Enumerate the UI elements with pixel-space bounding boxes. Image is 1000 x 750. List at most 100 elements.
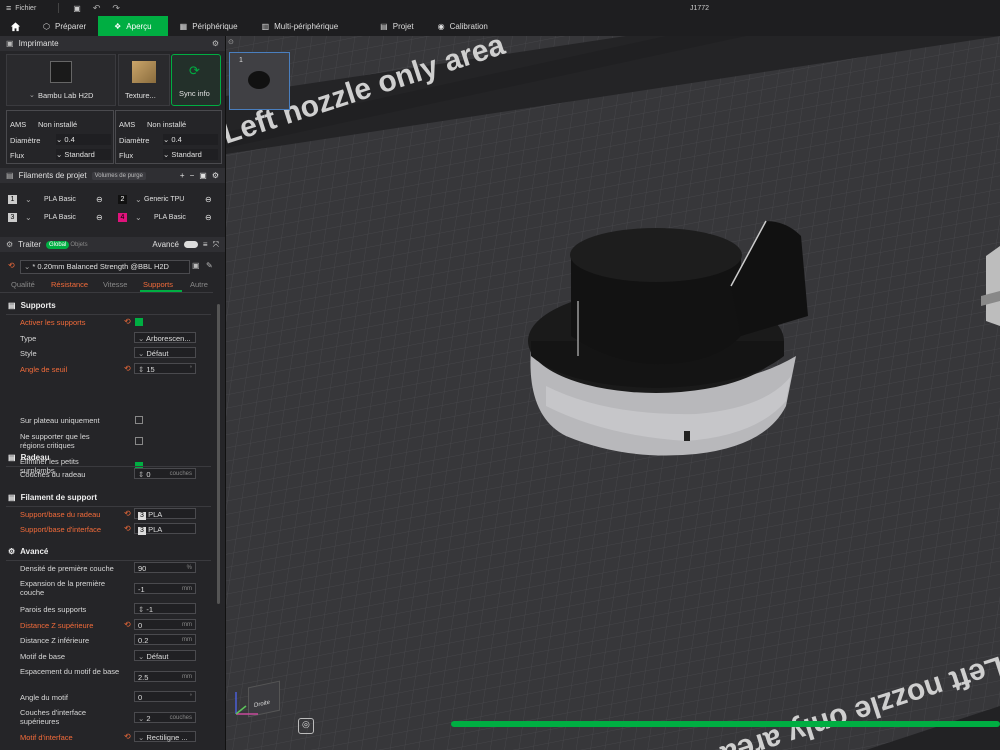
active-subtab-indicator xyxy=(140,290,182,292)
raft-layers-input[interactable]: ⇕ 0 couches xyxy=(134,468,196,479)
reset-icon[interactable]: ⟲ xyxy=(124,524,131,533)
redo-icon[interactable]: ↷ xyxy=(112,3,120,14)
reset-icon[interactable]: ⟲ xyxy=(124,620,131,629)
tab-calibration[interactable]: ◉ Calibration xyxy=(426,16,500,36)
nozzle-diameter-select[interactable]: ⌄ 0.4 xyxy=(163,134,218,145)
edit-filament-icon[interactable]: ⊖ xyxy=(205,195,212,204)
screenshot-button[interactable]: ◎ xyxy=(298,718,314,734)
plate-thumbnail[interactable]: 1 xyxy=(229,52,290,110)
enable-supports-checkbox[interactable] xyxy=(135,318,143,326)
reset-icon[interactable]: ⟲ xyxy=(124,509,131,518)
support-base-filament-select[interactable]: 3 PLA xyxy=(134,508,196,520)
reset-icon[interactable]: ⟲ xyxy=(124,732,131,741)
filament-item[interactable]: 4 ⌄ PLA Basic ⊖ xyxy=(118,212,216,224)
sync-ams-icon[interactable]: ▣ xyxy=(199,171,207,180)
cube-icon: ⬡ xyxy=(43,21,50,31)
file-menu[interactable]: Fichier xyxy=(15,5,36,12)
filament-icon: ▤ xyxy=(8,493,16,502)
filament-name: PLA Basic xyxy=(44,196,76,203)
settings-scrollbar[interactable] xyxy=(217,304,220,604)
support-type-select[interactable]: ⌄ Arborescen... xyxy=(134,332,196,343)
tab-multi-device[interactable]: ▥ Multi-périphérique xyxy=(250,16,351,36)
settings-panel: ▣ Imprimante ⚙ ⌄ Bambu Lab H2D Texture..… xyxy=(0,36,226,750)
edit-preset-icon[interactable]: ✎ xyxy=(206,261,213,270)
chevron-down-icon: ⌄ xyxy=(135,195,142,204)
plate-number: 1 xyxy=(239,57,243,64)
tab-prepare[interactable]: ⬡ Préparer xyxy=(31,16,98,36)
subtab-quality[interactable]: Qualité xyxy=(11,280,35,289)
edit-filament-icon[interactable]: ⊖ xyxy=(205,213,212,222)
top-z-distance-input[interactable]: 0 mm xyxy=(134,619,196,630)
divider xyxy=(6,314,211,315)
undo-icon[interactable]: ↶ xyxy=(93,3,101,14)
filament-item[interactable]: 3 ⌄ PLA Basic ⊖ xyxy=(8,212,106,224)
settings-icon[interactable]: ⚙ xyxy=(212,171,219,180)
printer-selector[interactable]: ⌄ Bambu Lab H2D xyxy=(6,54,116,106)
first-layer-expansion-input[interactable]: -1 mm xyxy=(134,583,196,594)
subtab-strength[interactable]: Résistance xyxy=(51,280,88,289)
reset-icon[interactable]: ⟲ xyxy=(124,364,131,373)
plate-thumbnail-model xyxy=(248,71,270,89)
add-icon[interactable]: + xyxy=(180,171,185,180)
tab-device[interactable]: ▦ Périphérique xyxy=(168,16,250,36)
first-layer-density-input[interactable]: 90% xyxy=(134,562,196,573)
tab-project[interactable]: ▤ Projet xyxy=(368,16,425,36)
advanced-group-title: ⚙ Avancé xyxy=(8,547,49,556)
support-walls-input[interactable]: ⇕ -1 xyxy=(134,603,196,614)
flush-volumes-button[interactable]: Volumes de purge xyxy=(91,171,146,180)
process-section-header: ⚙ Traiter Global Objets Avancé ≡ ⤧ xyxy=(0,237,225,252)
divider xyxy=(6,506,211,507)
flow-select[interactable]: ⌄ Standard xyxy=(56,149,111,160)
pattern-angle-input[interactable]: 0 ° xyxy=(134,691,196,702)
global-toggle[interactable]: Global xyxy=(46,240,70,249)
on-build-plate-only-checkbox[interactable] xyxy=(135,416,143,424)
subtab-speed[interactable]: Vitesse xyxy=(103,280,127,289)
filament-number-badge: 4 xyxy=(118,213,127,222)
bottom-z-distance-input[interactable]: 0.2 mm xyxy=(134,634,196,645)
filament-item[interactable]: 2 ⌄ Generic TPU ⊖ xyxy=(118,194,216,206)
filament-icon: ▤ xyxy=(6,171,14,180)
base-pattern-select[interactable]: ⌄ Défaut xyxy=(134,650,196,661)
chevron-down-icon: ⌄ xyxy=(29,92,35,99)
hamburger-menu-icon[interactable]: ≡ xyxy=(6,3,11,13)
edit-filament-icon[interactable]: ⊖ xyxy=(96,213,103,222)
save-preset-icon[interactable]: ▣ xyxy=(192,261,200,270)
reset-icon[interactable]: ⟲ xyxy=(124,317,131,326)
top-interface-layers-input[interactable]: ⌄ 2 couches xyxy=(134,712,196,723)
save-icon[interactable]: ▣ xyxy=(73,4,81,13)
printer-icon: ▣ xyxy=(6,39,14,48)
base-pattern-spacing-input[interactable]: 2.5 mm xyxy=(134,671,196,682)
edit-filament-icon[interactable]: ⊖ xyxy=(96,195,103,204)
process-preset-select[interactable]: ⌄ * 0.20mm Balanced Strength @BBL H2D xyxy=(20,260,190,274)
filament-name: PLA Basic xyxy=(154,214,186,221)
settings-gear-icon[interactable]: ⚙ xyxy=(212,39,219,48)
objects-toggle[interactable]: Objets xyxy=(70,242,87,248)
advanced-icon: ⚙ xyxy=(8,547,16,556)
tab-preview[interactable]: ❖ Aperçu xyxy=(98,16,168,36)
support-filament-group-title: ▤ Filament de support xyxy=(8,493,98,502)
interface-pattern-select[interactable]: ⌄ Rectiligne ... xyxy=(134,731,196,742)
collapse-plates-icon[interactable]: ⊙ xyxy=(228,38,234,46)
reset-icon[interactable]: ⟲ xyxy=(8,261,15,270)
support-style-select[interactable]: ⌄ Défaut xyxy=(134,347,196,358)
plate-selector[interactable]: Texture... xyxy=(118,54,170,106)
advanced-switch[interactable] xyxy=(183,241,198,248)
nozzle-diameter-select[interactable]: ⌄ 0.4 xyxy=(56,134,111,145)
critical-regions-only-checkbox[interactable] xyxy=(135,437,143,445)
filament-item[interactable]: 1 ⌄ PLA Basic ⊖ xyxy=(8,194,106,206)
flow-select[interactable]: ⌄ Standard xyxy=(163,149,218,160)
remove-icon[interactable]: − xyxy=(190,171,195,180)
threshold-angle-input[interactable]: ⇕ 15 ° xyxy=(134,363,196,374)
subtab-supports[interactable]: Supports xyxy=(143,280,173,289)
sync-info-button[interactable]: ⟳ Sync info xyxy=(171,54,221,106)
support-interface-filament-select[interactable]: 3 PLA xyxy=(134,523,196,535)
printer-section-header: ▣ Imprimante ⚙ xyxy=(0,36,225,51)
subtab-other[interactable]: Autre xyxy=(190,280,208,289)
list-icon[interactable]: ≡ xyxy=(203,240,208,249)
3d-viewport[interactable]: Left nozzle only area Left nozzle only a… xyxy=(226,36,1000,750)
compare-icon[interactable]: ⤧ xyxy=(213,240,219,250)
home-button[interactable] xyxy=(0,16,31,36)
raft-group-title: ▤ Radeau xyxy=(8,453,50,462)
device-icon: ▦ xyxy=(179,21,188,31)
plate-name: Texture... xyxy=(125,91,156,100)
